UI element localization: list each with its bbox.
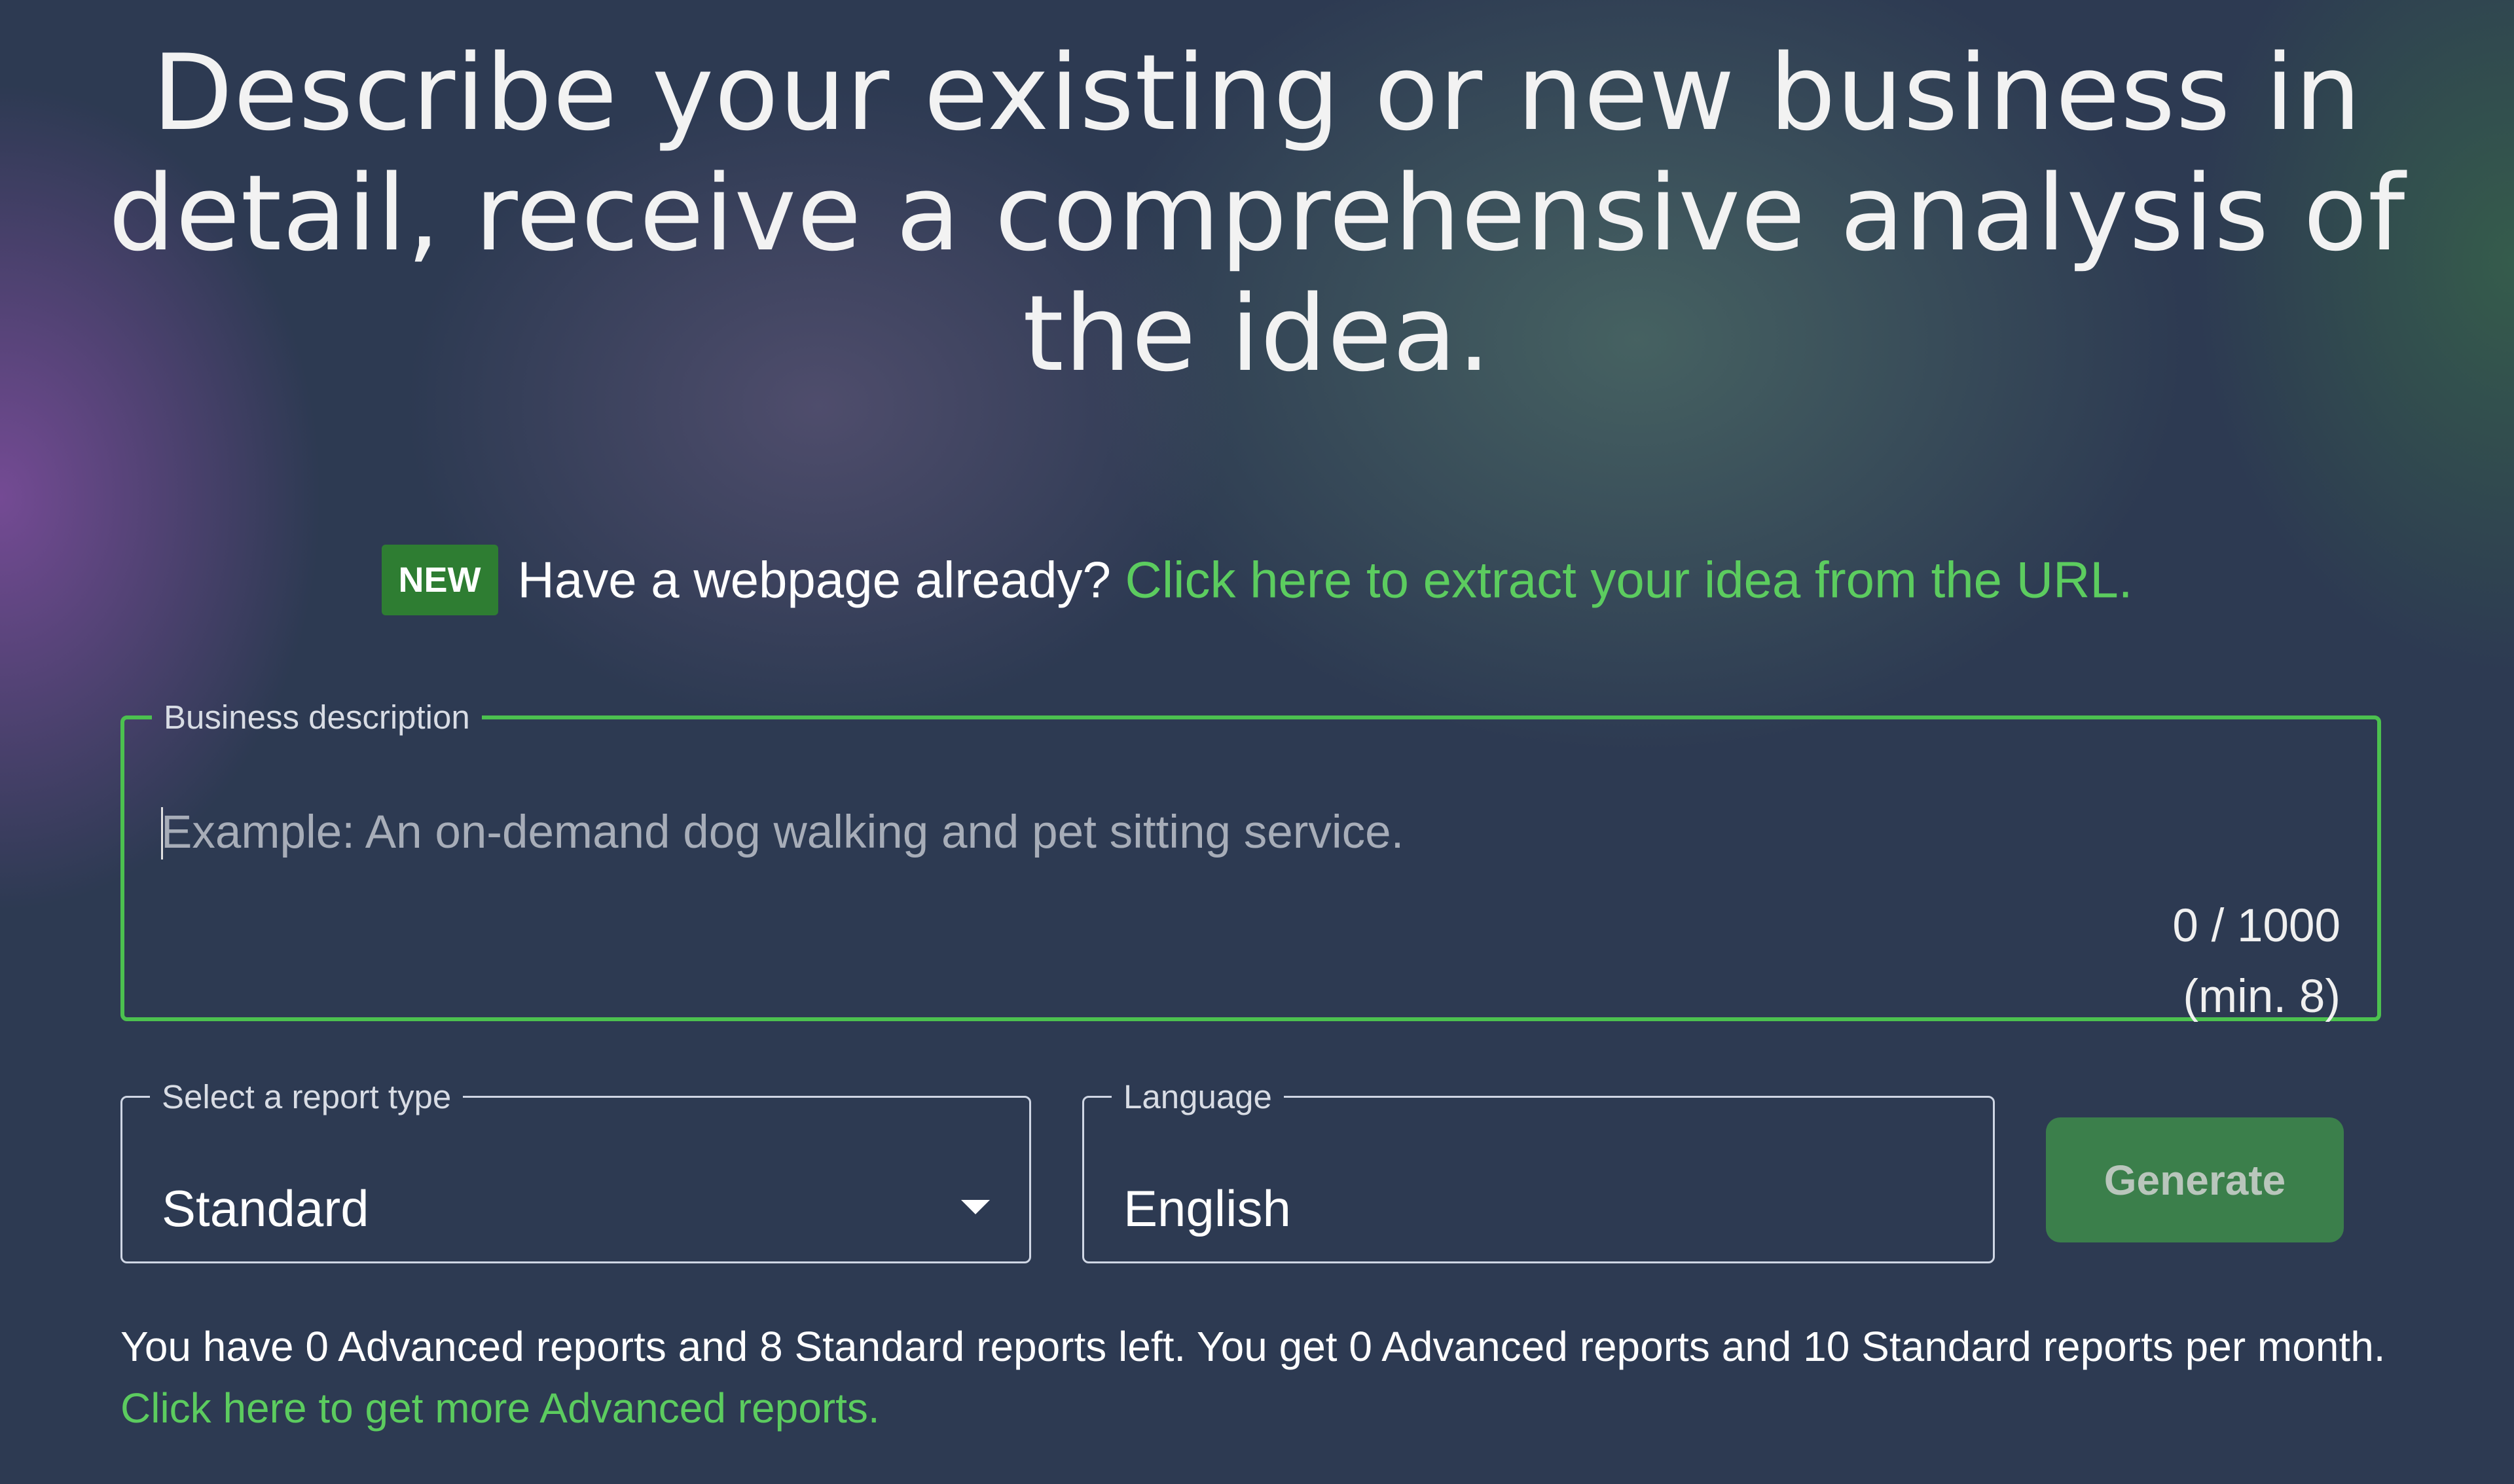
character-counter: 0 / 1000 (min. 8) [2172,891,2341,1032]
business-description-label: Business description [164,698,470,736]
language-label: Language [1123,1078,1272,1115]
reports-remaining-note: You have 0 Advanced reports and 8 Standa… [120,1316,2386,1439]
business-description-field[interactable]: Business description Example: An on-dema… [120,698,2381,1023]
extract-url-link[interactable]: Click here to extract your idea from the… [1125,551,2133,609]
get-more-reports-link[interactable]: Click here to get more Advanced reports. [120,1384,880,1432]
report-type-select[interactable]: Select a report type Standard [120,1080,1031,1263]
generate-button[interactable]: Generate [2046,1117,2344,1242]
minimum-characters: (min. 8) [2183,971,2341,1023]
business-description-input[interactable]: Example: An on-demand dog walking and pe… [161,806,1404,859]
dropdown-arrow-icon[interactable] [961,1200,990,1214]
character-count: 0 / 1000 [2172,900,2341,952]
promo-text: Have a webpage already? [517,551,1111,609]
language-field[interactable]: Language English [1082,1080,1995,1263]
report-type-value: Standard [162,1180,369,1237]
page-title: Describe your existing or new business i… [108,31,2406,395]
report-type-label: Select a report type [162,1078,452,1115]
new-badge: NEW [381,545,498,615]
url-extract-promo: NEW Have a webpage already? Click here to… [0,545,2514,619]
reports-remaining-text: You have 0 Advanced reports and 8 Standa… [120,1323,2386,1370]
language-value[interactable]: English [1123,1179,1291,1239]
